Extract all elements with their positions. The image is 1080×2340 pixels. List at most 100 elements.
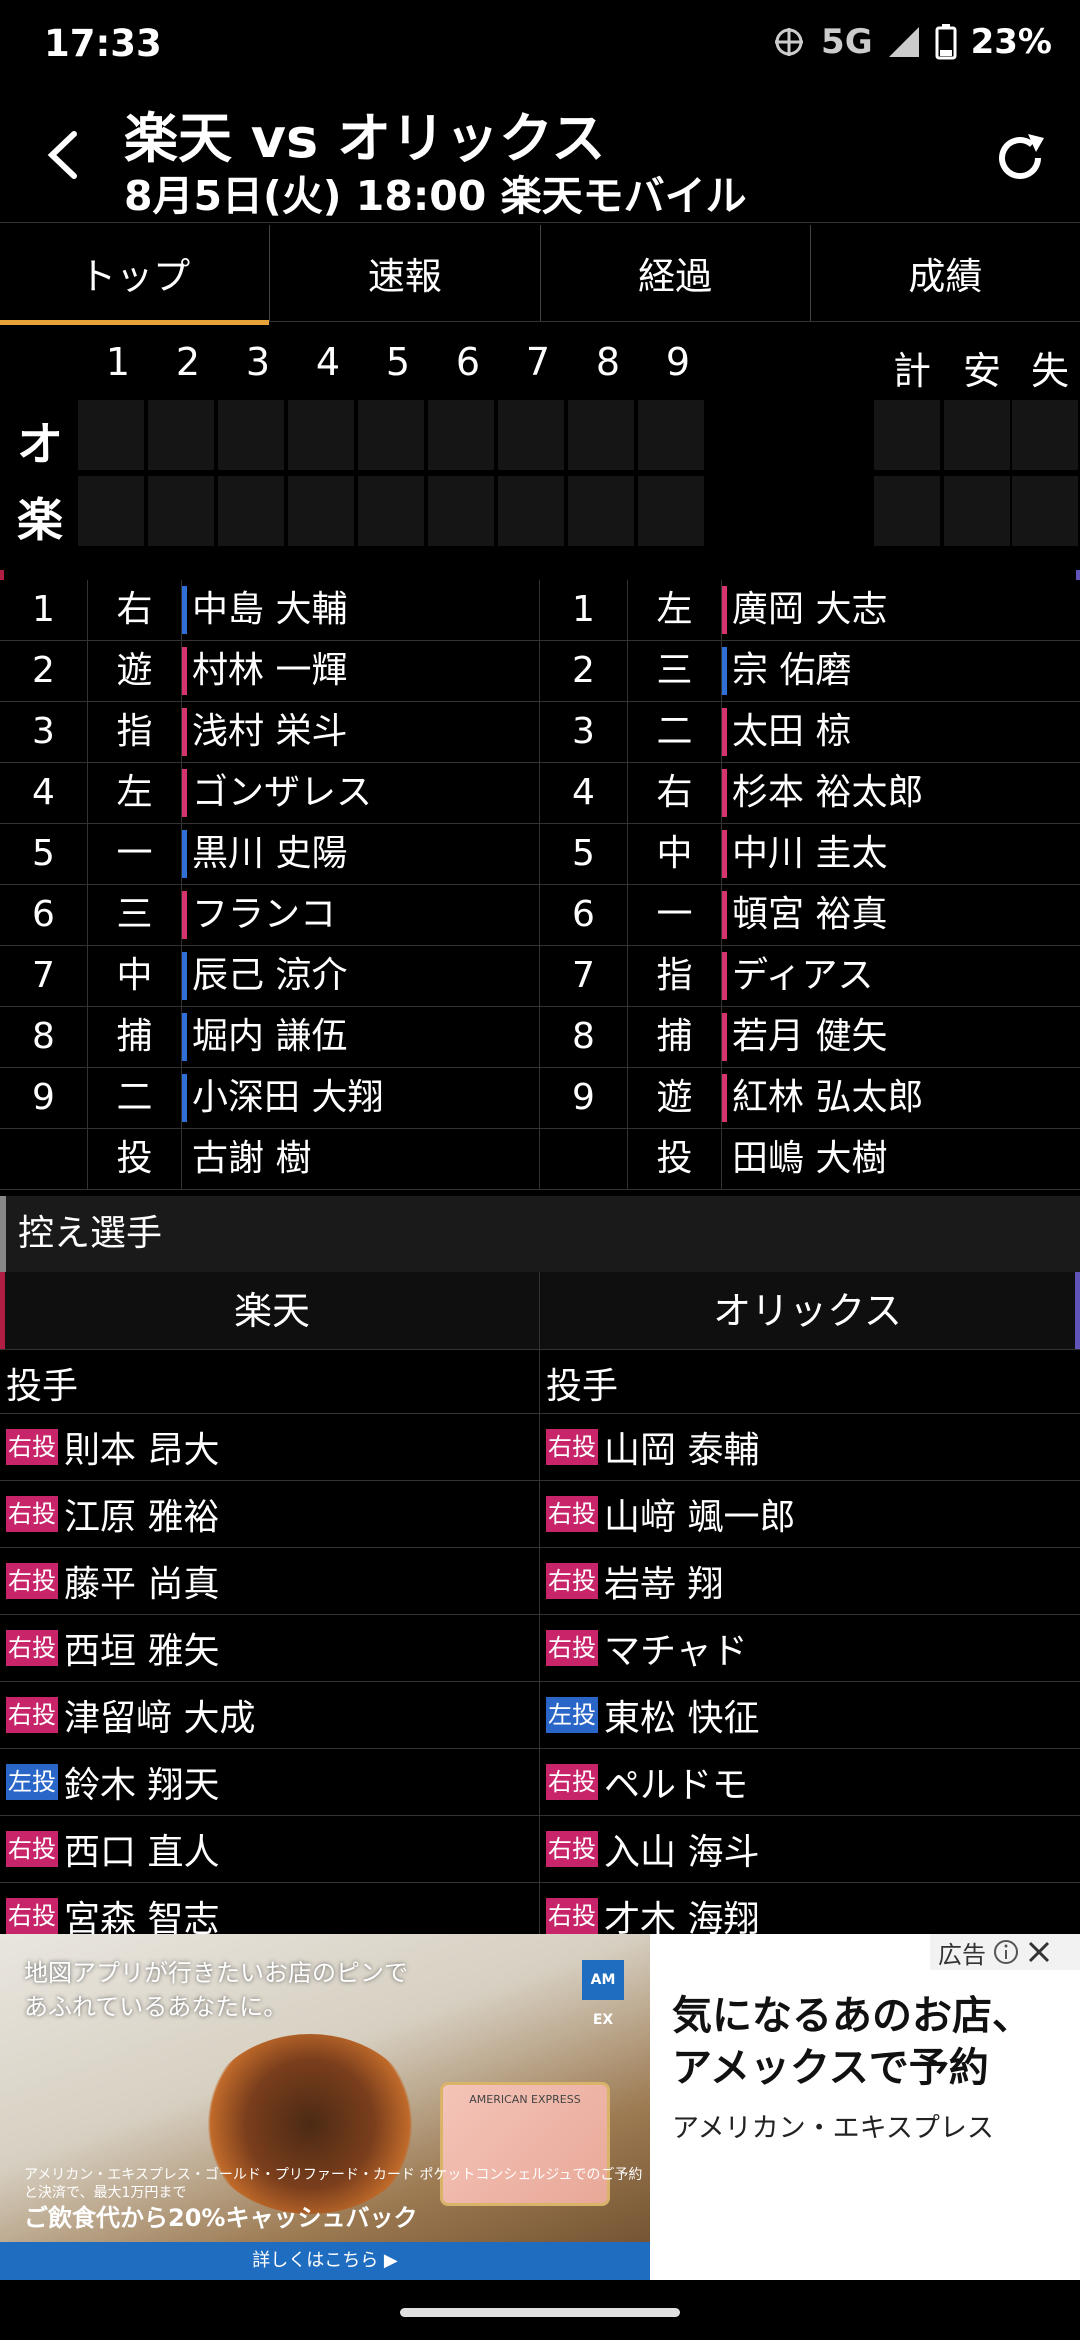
player-name[interactable]: ディアス (722, 946, 1080, 1006)
reserve-pitcher-left[interactable]: 右投 西垣 雅矢 (0, 1615, 540, 1681)
lineup-entry-left[interactable]: 7 中辰己 涼介 (0, 946, 540, 1006)
lineup-entry-left[interactable]: 1 右中島 大輔 (0, 580, 540, 640)
batting-order: 8 (540, 1007, 628, 1067)
pitcher-name: 藤平 尚真 (64, 1564, 220, 1605)
player-name[interactable]: 田嶋 大樹 (722, 1129, 1080, 1189)
player-name[interactable]: 小深田 大翔 (182, 1068, 539, 1128)
signal-icon (888, 27, 919, 57)
throwing-hand-badge: 右投 (6, 1697, 58, 1733)
lineup-row: 7 中辰己 涼介 7 指ディアス (0, 946, 1080, 1007)
lineup-entry-right[interactable]: 7 指ディアス (540, 946, 1080, 1006)
inning-header: 6 (455, 340, 481, 384)
reserve-pitcher-right[interactable]: 右投 山岡 泰輔 (540, 1414, 1080, 1480)
player-name[interactable]: 紅林 弘太郎 (722, 1068, 1080, 1128)
tab-stats[interactable]: 成績 (811, 225, 1080, 321)
batting-order: 6 (0, 885, 88, 945)
lineup-row: 1 右中島 大輔 1 左廣岡 大志 (0, 580, 1080, 641)
player-name[interactable]: フランコ (182, 885, 539, 945)
player-name[interactable]: 若月 健矢 (722, 1007, 1080, 1067)
lineup-entry-left[interactable]: 3 指浅村 栄斗 (0, 702, 540, 762)
lineup-entry-right[interactable]: 1 左廣岡 大志 (540, 580, 1080, 640)
refresh-icon[interactable] (988, 126, 1052, 190)
reserve-pitcher-left[interactable]: 左投 鈴木 翔天 (0, 1749, 540, 1815)
lineup-entry-left[interactable]: 4 左ゴンザレス (0, 763, 540, 823)
lineup-row: 2 遊村林 一輝 2 三宗 佑磨 (0, 641, 1080, 702)
tab-live[interactable]: 速報 (270, 225, 541, 321)
player-name[interactable]: 頓宮 裕真 (722, 885, 1080, 945)
lineup-entry-right[interactable]: 5 中中川 圭太 (540, 824, 1080, 884)
player-name[interactable]: 太田 椋 (722, 702, 1080, 762)
network-type: 5G (821, 22, 873, 62)
ad-headline-2: アメックスで予約 (672, 2045, 989, 2091)
reserve-pitcher-left[interactable]: 右投 藤平 尚真 (0, 1548, 540, 1614)
reserve-pitcher-right[interactable]: 左投 東松 快征 (540, 1682, 1080, 1748)
total-score-cell (874, 476, 940, 546)
lineup-row: 投古謝 樹投田嶋 大樹 (0, 1129, 1080, 1190)
lineup-entry-right[interactable]: 4 右杉本 裕太郎 (540, 763, 1080, 823)
lineup-entry-left[interactable]: 6 三フランコ (0, 885, 540, 945)
inning-header: 5 (385, 340, 411, 384)
lineup-entry-right[interactable]: 3 二太田 椋 (540, 702, 1080, 762)
player-name[interactable]: 杉本 裕太郎 (722, 763, 1080, 823)
reserve-pitcher-left[interactable]: 右投 江原 雅裕 (0, 1481, 540, 1547)
reserve-pitcher-left[interactable]: 右投 則本 昂大 (0, 1414, 540, 1480)
pitcher-name: 江原 雅裕 (64, 1497, 220, 1538)
player-name[interactable]: 堀内 謙伍 (182, 1007, 539, 1067)
reserve-pitcher-right[interactable]: 右投 山﨑 颯一郎 (540, 1481, 1080, 1547)
player-name[interactable]: 黒川 史陽 (182, 824, 539, 884)
lineup-entry-left[interactable]: 投古謝 樹 (0, 1129, 540, 1189)
fielding-position: 左 (88, 763, 182, 823)
ad-label[interactable]: 広告 (930, 1934, 1080, 1970)
inning-score-cell (148, 400, 214, 470)
pitcher-name: 則本 昂大 (64, 1430, 220, 1471)
ad-cta-button[interactable]: 詳しくはこちら ▶ (0, 2242, 650, 2280)
player-name[interactable]: ゴンザレス (182, 763, 539, 823)
ad-close-icon[interactable] (1026, 1939, 1052, 1965)
inning-score-cell (358, 400, 424, 470)
battery-icon (935, 24, 957, 60)
totals-header: 失 (1030, 349, 1069, 393)
ad-banner[interactable]: 地図アプリが行きたいお店のピンで あふれているあなたに。 AM EX AMERIC… (0, 1934, 1080, 2280)
pitcher-group-label-right: 投手 (546, 1366, 619, 1407)
batting-order: 3 (0, 702, 88, 762)
reserve-pitcher-right[interactable]: 右投 入山 海斗 (540, 1816, 1080, 1882)
fielding-position: 二 (628, 702, 722, 762)
inning-score-cell (148, 476, 214, 546)
home-gesture-handle[interactable] (400, 2308, 680, 2317)
lineup-entry-right[interactable]: 投田嶋 大樹 (540, 1129, 1080, 1189)
batting-order: 2 (540, 641, 628, 701)
ad-image[interactable]: 地図アプリが行きたいお店のピンで あふれているあなたに。 AM EX AMERIC… (0, 1934, 650, 2280)
reserve-pitcher-left[interactable]: 右投 西口 直人 (0, 1816, 540, 1882)
lineup-entry-right[interactable]: 6 一頓宮 裕真 (540, 885, 1080, 945)
player-name[interactable]: 村林 一輝 (182, 641, 539, 701)
reserve-pitcher-right[interactable]: 右投 岩嵜 翔 (540, 1548, 1080, 1614)
player-name[interactable]: 辰己 涼介 (182, 946, 539, 1006)
reserve-pitcher-right[interactable]: 右投 マチャド (540, 1615, 1080, 1681)
starting-lineup: 1 右中島 大輔 1 左廣岡 大志 2 遊村林 一輝 2 三宗 佑磨 3 指浅村 栄斗 3 二太田 椋… (0, 580, 1080, 1190)
tab-progress[interactable]: 経過 (541, 225, 811, 321)
inning-score-cell (568, 476, 634, 546)
lineup-entry-left[interactable]: 2 遊村林 一輝 (0, 641, 540, 701)
player-name[interactable]: 古謝 樹 (182, 1129, 539, 1189)
lineup-entry-right[interactable]: 2三宗 佑磨 (540, 641, 1080, 701)
location-target-icon (775, 28, 804, 56)
reserve-pitcher-right[interactable]: 右投 ペルドモ (540, 1749, 1080, 1815)
ad-info-icon[interactable] (992, 1938, 1020, 1966)
lineup-entry-right[interactable]: 9 遊紅林 弘太郎 (540, 1068, 1080, 1128)
lineup-entry-left[interactable]: 9 二小深田 大翔 (0, 1068, 540, 1128)
player-name[interactable]: 中川 圭太 (722, 824, 1080, 884)
reserve-pitcher-left[interactable]: 右投 津留﨑 大成 (0, 1682, 540, 1748)
reserve-row: 左投 鈴木 翔天 右投 ペルドモ (0, 1749, 1080, 1816)
lineup-entry-left[interactable]: 8 捕堀内 謙伍 (0, 1007, 540, 1067)
tab-top[interactable]: トップ (0, 225, 271, 325)
total-score-cell (1012, 400, 1078, 470)
lineup-entry-right[interactable]: 8 捕若月 健矢 (540, 1007, 1080, 1067)
player-name[interactable]: 浅村 栄斗 (182, 702, 539, 762)
reserves-team-right: オリックス (540, 1272, 1080, 1349)
player-name[interactable]: 廣岡 大志 (722, 580, 1080, 640)
lineup-row: 4 左ゴンザレス 4 右杉本 裕太郎 (0, 763, 1080, 824)
back-arrow-icon[interactable] (30, 120, 100, 190)
lineup-entry-left[interactable]: 5 一黒川 史陽 (0, 824, 540, 884)
player-name[interactable]: 中島 大輔 (182, 580, 539, 640)
player-name[interactable]: 宗 佑磨 (722, 641, 1080, 701)
